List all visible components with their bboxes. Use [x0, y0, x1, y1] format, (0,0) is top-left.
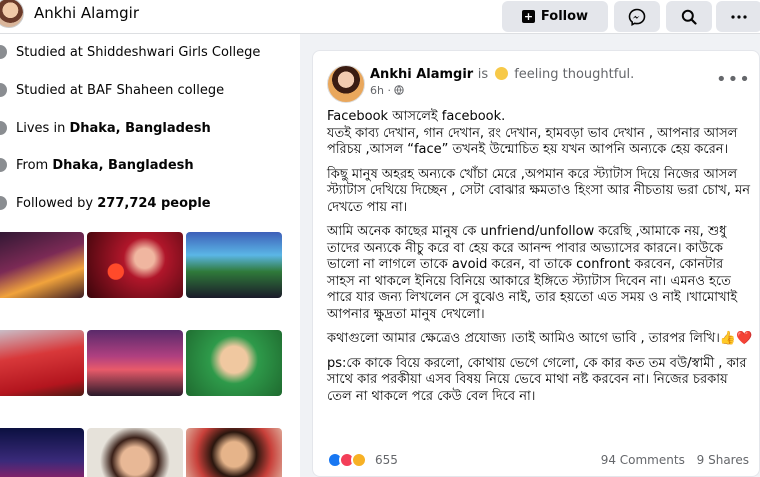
globe-icon	[394, 85, 405, 95]
intro-panel: Studied at Shiddeshwari Girls College St…	[0, 34, 300, 477]
intro-text: From	[16, 157, 53, 173]
intro-education-1: Studied at Shiddeshwari Girls College	[0, 39, 260, 65]
intro-education-2: Studied at BAF Shaheen college	[0, 77, 224, 103]
thoughtful-emoji-icon	[494, 67, 508, 80]
reaction-count: 655	[375, 453, 398, 467]
school-icon	[0, 83, 7, 97]
post-paragraph: ps:কে কাকে বিয়ে করলো, কোথায় ভেগে গেলো,…	[327, 355, 747, 404]
photo-thumbnail[interactable]	[0, 428, 84, 477]
shares-count[interactable]: 9 Shares	[697, 453, 749, 467]
more-button[interactable]	[716, 1, 760, 32]
intro-bold[interactable]: Dhaka, Bangladesh	[69, 121, 210, 136]
post-timestamp[interactable]: 6h ·	[370, 84, 391, 97]
search-button[interactable]	[666, 1, 712, 32]
post-is: is	[477, 67, 489, 82]
photo-thumbnail[interactable]	[186, 330, 282, 396]
post-paragraph: কথাগুলো আমার ক্ষেত্রেও প্রযোজ্য ।তাই আমি…	[327, 331, 753, 346]
messenger-icon	[628, 8, 646, 26]
followers-icon	[0, 196, 7, 210]
photo-thumbnail[interactable]	[186, 428, 282, 477]
reaction-summary[interactable]: 655	[327, 452, 398, 468]
photo-thumbnail[interactable]	[0, 232, 84, 298]
profile-avatar[interactable]	[0, 0, 24, 28]
photo-thumbnail[interactable]	[87, 330, 183, 396]
search-icon	[681, 9, 697, 25]
post-paragraph: কিছু মানুষ অহরহ অন্যকে খোঁচা মেরে ,অপমান…	[327, 166, 750, 215]
post-card: Ankhi Alamgir is feeling thoughtful. 6h …	[312, 50, 760, 477]
intro-text[interactable]: Studied at BAF Shaheen college	[16, 83, 224, 98]
engagement-counts: 94 Comments 9 Shares	[593, 453, 749, 467]
photo-thumbnail[interactable]	[0, 330, 84, 396]
post-paragraph: আমি অনেক কাছের মানুষ কে unfriend/unfollo…	[327, 224, 738, 322]
post-author-avatar[interactable]	[327, 65, 365, 103]
profile-header-bar: Ankhi Alamgir + Follow	[0, 0, 760, 34]
post-paragraph: Facebook আসলেই facebook.	[327, 109, 506, 124]
photo-thumbnail[interactable]	[87, 428, 183, 477]
post-options-icon[interactable]: •••	[716, 69, 751, 90]
photo-thumbnail[interactable]	[186, 232, 282, 298]
follow-label: Follow	[540, 9, 589, 24]
add-friend-icon: +	[521, 10, 535, 23]
location-icon	[0, 158, 7, 172]
profile-name[interactable]: Ankhi Alamgir	[34, 4, 139, 22]
intro-bold[interactable]: 277,724 people	[97, 196, 210, 211]
photo-thumbnail[interactable]	[87, 232, 183, 298]
intro-text: Lives in	[16, 120, 70, 136]
intro-bold[interactable]: Dhaka, Bangladesh	[52, 158, 193, 173]
intro-text: Followed by	[16, 195, 98, 211]
intro-lives-in: Lives in Dhaka, Bangladesh	[0, 115, 211, 141]
messenger-button[interactable]	[614, 1, 660, 32]
post-paragraph: যতই কাব্য দেখান, গান দেখান, রং দেখান, হা…	[327, 125, 738, 158]
haha-reaction-icon	[351, 452, 367, 468]
intro-from: From Dhaka, Bangladesh	[0, 152, 194, 178]
intro-followers: Followed by 277,724 people	[0, 190, 211, 216]
post-text: Facebook আসলেই facebook. যতই কাব্য দেখান…	[327, 109, 753, 413]
comments-count[interactable]: 94 Comments	[601, 453, 685, 467]
more-icon	[731, 14, 747, 19]
follow-button[interactable]: + Follow	[502, 1, 608, 32]
post-author-name[interactable]: Ankhi Alamgir	[370, 67, 473, 82]
post-feeling: feeling thoughtful.	[514, 67, 635, 82]
school-icon	[0, 45, 7, 59]
intro-text[interactable]: Studied at Shiddeshwari Girls College	[16, 45, 260, 60]
home-icon	[0, 121, 7, 135]
